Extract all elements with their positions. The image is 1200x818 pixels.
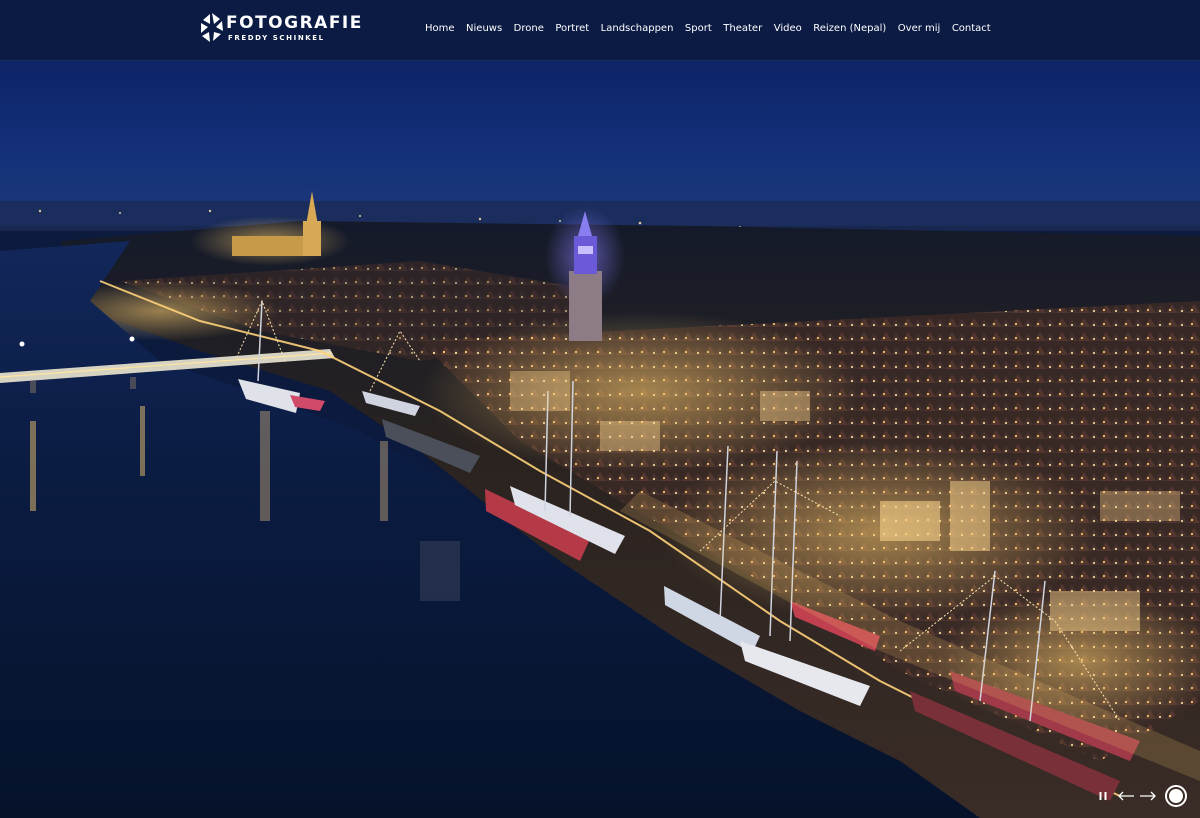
nav-sport[interactable]: Sport	[685, 23, 712, 34]
nav-home[interactable]: Home	[425, 23, 455, 34]
hero-image	[0, 61, 1200, 818]
logo-title: FOTOGRAFIE	[226, 12, 363, 33]
arrow-left-glyph	[1118, 791, 1134, 801]
logo-text: FOTOGRAFIE FREDDY SCHINKEL	[226, 12, 363, 42]
logo-subtitle: FREDDY SCHINKEL	[228, 33, 325, 42]
slide-dot-inner	[1169, 789, 1183, 803]
nav-contact[interactable]: Contact	[952, 23, 991, 34]
main-nav: Home Nieuws Drone Portret Landschappen S…	[425, 20, 991, 36]
nav-over-mij[interactable]: Over mij	[898, 23, 941, 34]
nav-theater[interactable]: Theater	[723, 23, 762, 34]
slide-dot-icon[interactable]	[1165, 785, 1187, 807]
hero-photo	[0, 61, 1200, 818]
pause-glyph	[1099, 792, 1107, 800]
arrow-right-glyph	[1140, 791, 1156, 801]
nav-video[interactable]: Video	[774, 23, 802, 34]
nav-nieuws[interactable]: Nieuws	[466, 23, 502, 34]
nav-reizen-nepal[interactable]: Reizen (Nepal)	[813, 23, 886, 34]
slider-controls	[1096, 784, 1187, 808]
nav-portret[interactable]: Portret	[555, 23, 589, 34]
site-logo[interactable]: FOTOGRAFIE FREDDY SCHINKEL	[199, 10, 361, 46]
aperture-logo-icon	[201, 13, 223, 42]
arrow-right-icon[interactable]	[1138, 789, 1158, 803]
nav-landschappen[interactable]: Landschappen	[601, 23, 674, 34]
site-header: FOTOGRAFIE FREDDY SCHINKEL Home Nieuws D…	[0, 0, 1200, 61]
arrow-left-icon[interactable]	[1116, 789, 1136, 803]
nav-drone[interactable]: Drone	[514, 23, 544, 34]
pause-icon[interactable]	[1096, 789, 1110, 803]
